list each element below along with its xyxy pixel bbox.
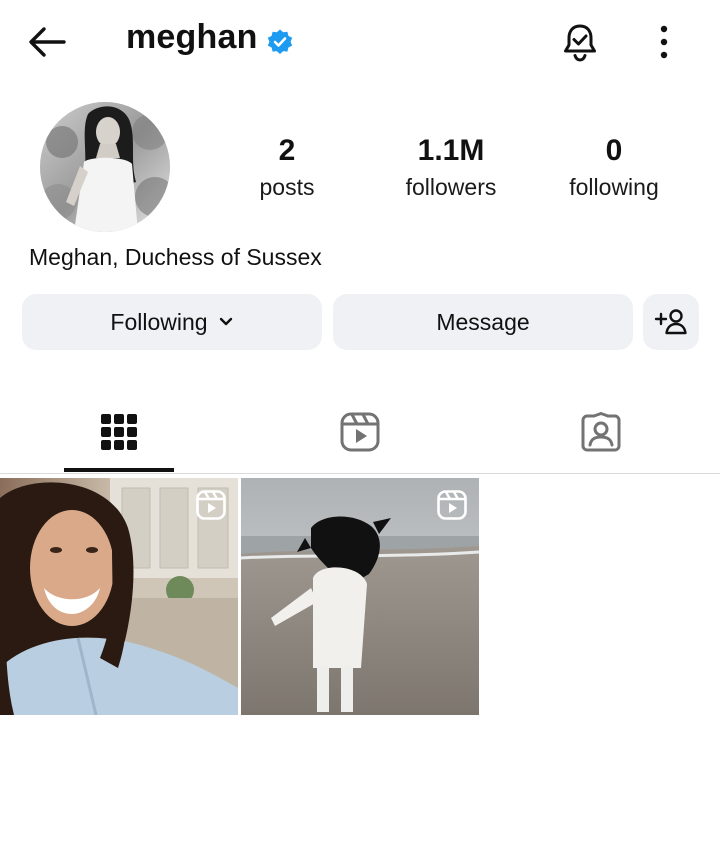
profile-display-name: Meghan, Duchess of Sussex (29, 244, 322, 270)
tab-reels[interactable] (300, 400, 420, 464)
notifications-bell-icon[interactable] (556, 18, 604, 66)
tagged-icon (581, 412, 621, 452)
message-button-label: Message (436, 308, 530, 335)
post-thumbnail[interactable] (0, 478, 238, 715)
stat-followers-value: 1.1M (417, 134, 485, 167)
following-button[interactable]: Following (22, 294, 322, 350)
suggest-people-button[interactable] (643, 294, 699, 350)
post-thumbnail[interactable] (241, 478, 479, 715)
chevron-down-icon (218, 316, 234, 328)
verified-badge-icon (266, 28, 294, 56)
profile-username: meghan (126, 18, 258, 56)
tab-divider (0, 473, 720, 474)
stat-following-value: 0 (605, 134, 623, 167)
reel-icon (196, 490, 226, 520)
stat-followers[interactable]: 1.1M followers (381, 134, 521, 202)
stat-posts-value: 2 (278, 134, 296, 167)
stat-posts-label: posts (259, 174, 315, 200)
tab-posts-grid[interactable] (59, 400, 179, 464)
stat-following-label: following (569, 174, 659, 200)
reels-icon (340, 412, 380, 452)
back-arrow-icon[interactable] (24, 20, 72, 64)
following-button-label: Following (110, 308, 208, 335)
message-button[interactable]: Message (333, 294, 633, 350)
reel-icon (437, 490, 467, 520)
stat-followers-label: followers (405, 174, 497, 200)
more-options-icon[interactable] (648, 20, 680, 64)
stat-posts[interactable]: 2 posts (217, 134, 357, 202)
stat-following[interactable]: 0 following (544, 134, 684, 202)
grid-icon (100, 413, 138, 451)
tab-tagged[interactable] (541, 400, 661, 464)
profile-avatar[interactable] (40, 102, 170, 232)
add-person-icon (654, 307, 688, 337)
active-tab-indicator (64, 468, 174, 472)
